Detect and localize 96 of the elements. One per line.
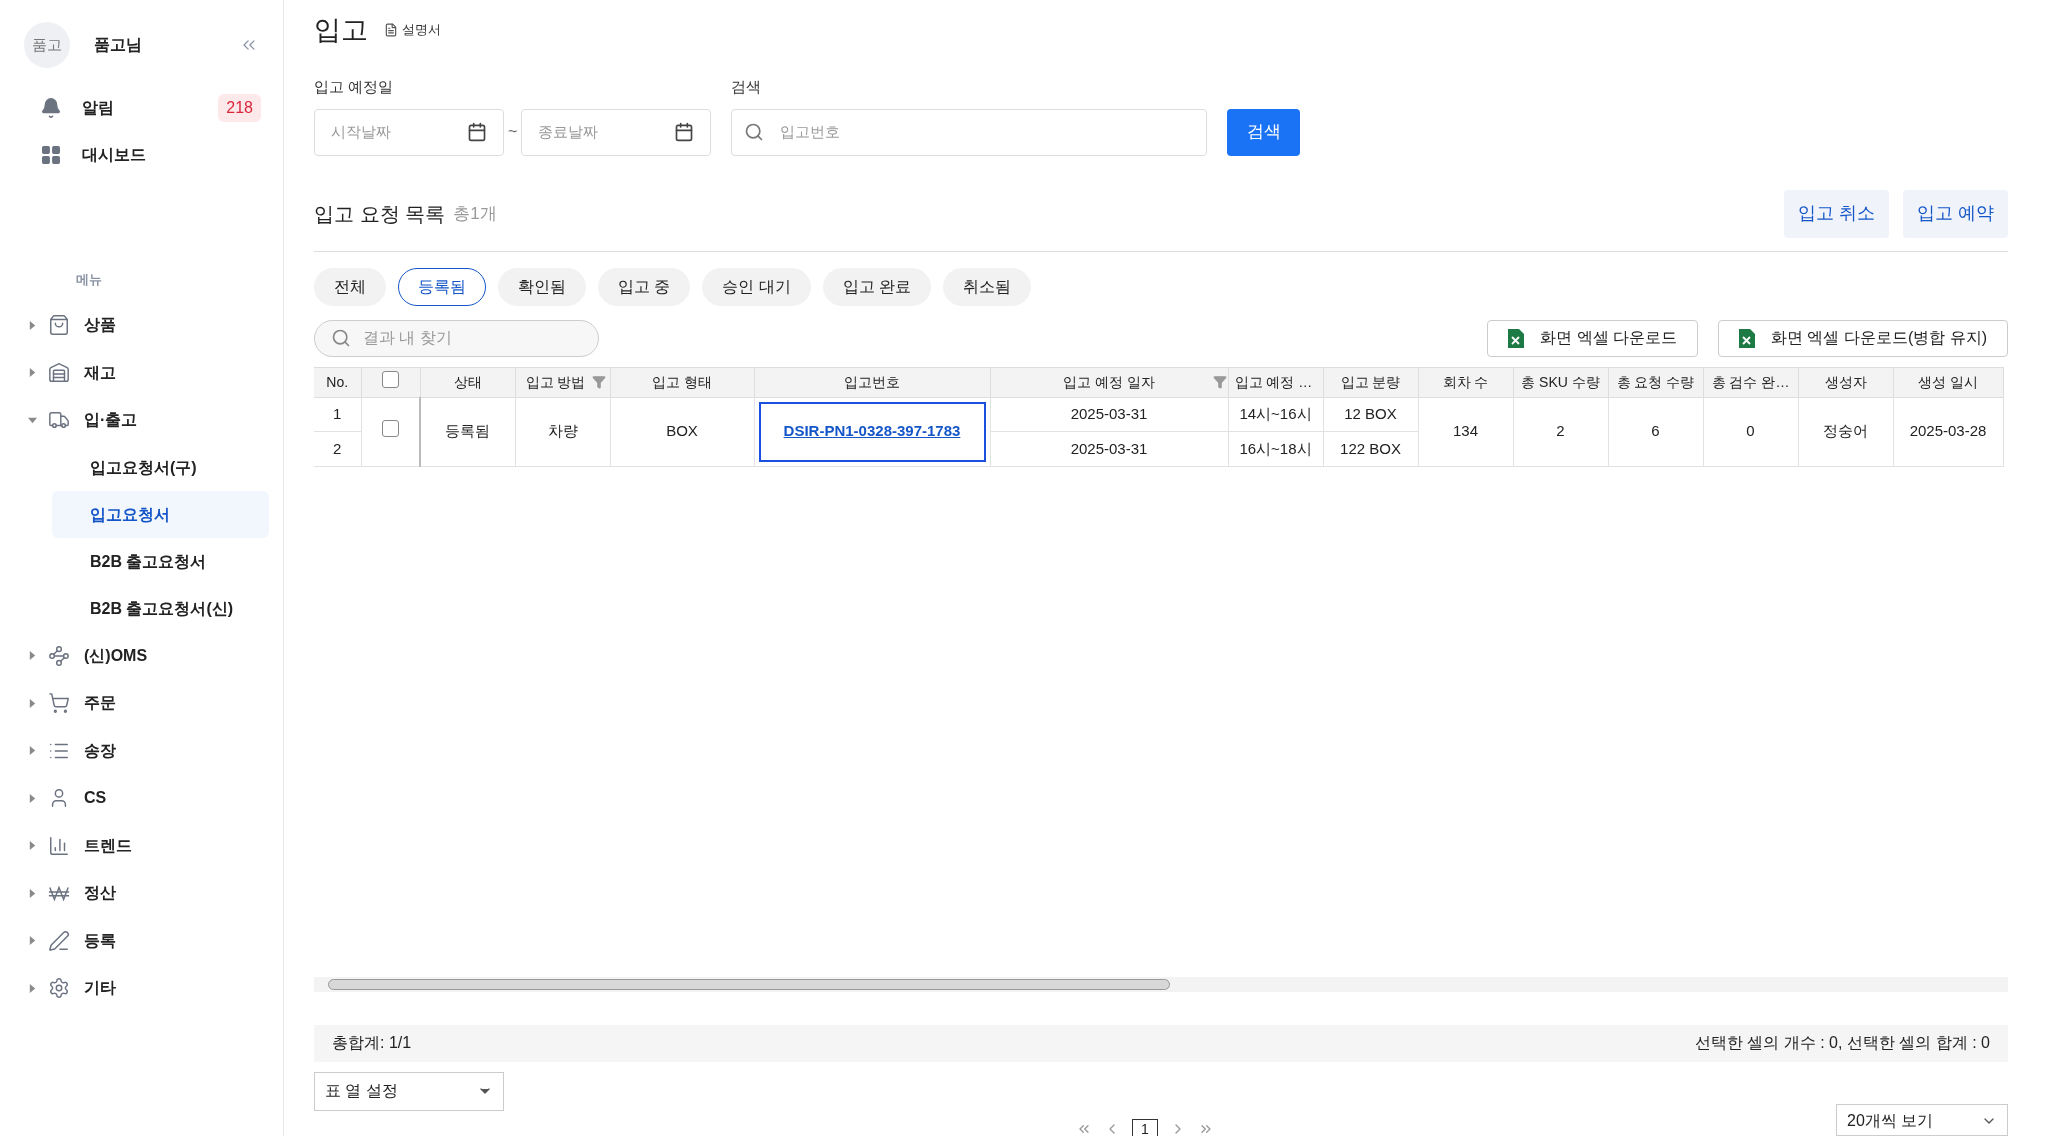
action-button[interactable]: 입고 예약 xyxy=(1903,189,2008,238)
column-header: 입고 분량 xyxy=(1323,367,1418,397)
menu-item[interactable]: 주문 xyxy=(0,679,283,727)
sidebar-item[interactable]: 알림 xyxy=(40,95,114,120)
house-icon xyxy=(48,361,70,384)
manual-link[interactable]: 설명서 xyxy=(402,20,441,40)
status-tab[interactable]: 승인 대기 xyxy=(702,267,811,306)
table-cell: 122 BOX xyxy=(1323,431,1418,466)
sidebar-item[interactable]: 대시보드 xyxy=(40,142,146,167)
page-title: 입고 xyxy=(314,13,368,47)
status-tab[interactable]: 확인됨 xyxy=(498,267,586,306)
column-header: 상태 xyxy=(420,367,515,397)
horizontal-scrollbar[interactable] xyxy=(314,976,2008,992)
table-cell: 2 xyxy=(1513,397,1608,466)
table-cell: 등록됨 xyxy=(420,397,515,466)
submenu-item[interactable]: 입고요청서(구) xyxy=(52,444,269,491)
table-cell: 16시~18시 xyxy=(1228,431,1323,466)
menu-item[interactable]: 기타 xyxy=(0,964,283,1012)
column-header: 생성 일시 xyxy=(1893,367,2003,397)
dashboard-icon xyxy=(40,143,62,166)
field-label: 입고 예정일 xyxy=(314,77,395,97)
menu-item[interactable]: 트렌드 xyxy=(0,822,283,870)
list-count: 총1개 xyxy=(453,202,497,225)
submenu-item[interactable]: B2B 출고요청서(신) xyxy=(52,585,269,632)
search-icon xyxy=(331,328,351,348)
filter-icon[interactable] xyxy=(591,375,606,389)
menu-item[interactable]: 정산 xyxy=(0,869,283,917)
table-cell: 14시~16시 xyxy=(1228,397,1323,432)
table-cell: 차량 xyxy=(515,397,610,466)
list-title: 입고 요청 목록 xyxy=(314,201,446,227)
page-button[interactable]: 1 xyxy=(1132,1119,1158,1136)
column-header: No. xyxy=(314,367,361,397)
table-cell: 2025-03-28 xyxy=(1893,397,2003,466)
bell-icon xyxy=(40,96,62,119)
excel-download-button[interactable]: 화면 엑셀 다운로드 xyxy=(1487,319,1698,357)
count-badge: 218 xyxy=(218,93,261,122)
table-cell: 6 xyxy=(1608,397,1703,466)
table-cell: 12 BOX xyxy=(1323,397,1418,432)
search-button[interactable]: 검색 xyxy=(1227,108,1301,156)
page-size-dropdown[interactable]: 20개씩 보기 xyxy=(1836,1104,2008,1136)
table-cell: BOX xyxy=(610,397,754,466)
status-tab[interactable]: 전체 xyxy=(314,267,386,306)
submenu-item[interactable]: B2B 출고요청서 xyxy=(52,538,269,585)
excel-download-button[interactable]: 화면 엑셀 다운로드(병합 유지) xyxy=(1718,319,2008,357)
document-icon xyxy=(384,23,398,37)
bag-icon xyxy=(48,314,70,337)
menu-item[interactable]: 입·출고 xyxy=(0,396,283,444)
column-header: 입고 방법 xyxy=(515,367,610,397)
table-cell: 134 xyxy=(1418,397,1513,466)
menu-item[interactable]: 상품 xyxy=(0,301,283,349)
field-label: 검색 xyxy=(731,77,763,97)
cart-icon xyxy=(48,692,70,715)
status-tab[interactable]: 입고 중 xyxy=(598,267,691,306)
status-tab[interactable]: 입고 완료 xyxy=(822,267,932,306)
column-header: 총 검수 완… xyxy=(1703,367,1798,397)
menu-item[interactable]: (신)OMS xyxy=(0,632,283,680)
table-cell: 2 xyxy=(314,431,361,466)
nodes-icon xyxy=(48,644,70,667)
column-header: 총 SKU 수량 xyxy=(1513,367,1608,397)
menu-item[interactable]: CS xyxy=(0,774,283,822)
column-header: 입고 형태 xyxy=(610,367,754,397)
menu-item[interactable]: 재고 xyxy=(0,349,283,397)
column-header: 입고 예정 … xyxy=(1228,367,1323,397)
user-name: 품고님 xyxy=(94,35,142,55)
spreadsheet-icon xyxy=(1508,328,1525,348)
settings-icon xyxy=(48,977,70,1000)
column-header: 회차 수 xyxy=(1418,367,1513,397)
avatar: 품고 xyxy=(24,22,70,68)
checkbox[interactable] xyxy=(382,370,399,388)
calendar-icon xyxy=(467,122,487,142)
column-settings-dropdown[interactable]: 표 열 설정 xyxy=(314,1071,504,1111)
menu-heading: 메뉴 xyxy=(76,271,102,289)
column-header: 총 요청 수량 xyxy=(1608,367,1703,397)
spreadsheet-icon xyxy=(1739,328,1755,348)
menu-item[interactable]: 등록 xyxy=(0,917,283,965)
column-header: 입고번호 xyxy=(754,367,990,397)
action-button[interactable]: 입고 취소 xyxy=(1783,189,1889,238)
search-icon xyxy=(744,122,765,142)
submenu-item[interactable]: 입고요청서 xyxy=(52,491,269,538)
total-text: 총합계: 1/1 xyxy=(332,1033,412,1053)
calendar-icon xyxy=(674,122,695,142)
table-cell: 1 xyxy=(314,397,361,432)
bar-chart-icon xyxy=(48,834,70,857)
status-tab[interactable]: 등록됨 xyxy=(398,267,486,306)
table-cell: 2025-03-31 xyxy=(990,397,1228,432)
table-cell: 2025-03-31 xyxy=(990,431,1228,466)
status-tab[interactable]: 취소됨 xyxy=(943,267,1032,306)
menu-item[interactable]: 송장 xyxy=(0,727,283,775)
selection-summary: 선택한 셀의 개수 : 0, 선택한 셀의 합계 : 0 xyxy=(1694,1033,1990,1053)
filter-icon[interactable] xyxy=(1212,375,1227,389)
column-header: 생성자 xyxy=(1798,367,1893,397)
checkbox[interactable] xyxy=(381,419,399,437)
range-separator: ~ xyxy=(508,122,518,142)
table-cell: 0 xyxy=(1703,397,1798,466)
table-cell: 정숭어 xyxy=(1798,397,1893,466)
pen-icon xyxy=(48,929,70,952)
